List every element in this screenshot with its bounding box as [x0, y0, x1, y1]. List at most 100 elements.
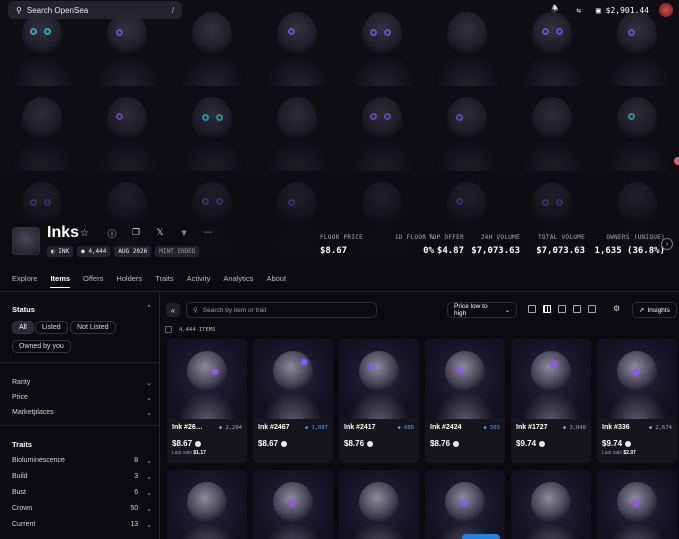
item-card[interactable]	[597, 470, 677, 539]
trait-current[interactable]: Current 13 ⌄	[12, 521, 152, 529]
filter-price[interactable]: Price ⌄	[12, 394, 152, 402]
banner-gradient	[0, 0, 679, 265]
item-card[interactable]: Ink #2417 ◆ 688 $8.76	[339, 339, 419, 463]
filter-rarity[interactable]: Rarity ⌄	[12, 379, 152, 387]
trait-bust[interactable]: Bust 6 ⌄	[12, 489, 152, 497]
item-image[interactable]	[167, 470, 247, 539]
bell-icon[interactable]: 🕭	[548, 3, 562, 17]
item-info: Ink #1727 ◆ 3,840 $9.74	[511, 419, 591, 463]
search-icon: ⚲	[16, 5, 22, 15]
chevron-down-icon: ⌄	[146, 458, 152, 465]
item-image[interactable]	[253, 339, 333, 419]
trait-bioluminescence[interactable]: Bioluminescence 8 ⌄	[12, 457, 152, 465]
copy-icon[interactable]: ❐	[130, 227, 142, 240]
chevron-down-icon: ⌄	[146, 395, 152, 402]
item-image[interactable]	[339, 339, 419, 419]
chevron-down-icon: ⌄	[504, 307, 510, 314]
item-search-input[interactable]: ⚲ Search by item or trait	[186, 302, 377, 318]
item-card[interactable]: Ink #26… ◆ 2,294 $8.67 Last sale $1.17	[167, 339, 247, 463]
item-card[interactable]	[167, 470, 247, 539]
item-info: Ink #2424 ◆ 503 $8.76	[425, 419, 505, 463]
status-chip-listed[interactable]: Listed	[35, 321, 68, 334]
tab-offers[interactable]: Offers	[83, 274, 103, 288]
item-card[interactable]	[253, 470, 333, 539]
tab-explore[interactable]: Explore	[12, 274, 37, 288]
collapse-sidebar-button[interactable]: «	[166, 303, 180, 317]
wallet-balance-button[interactable]: ▣ $2,901.44	[596, 6, 649, 15]
opensea-collection-page: ⚲ Search OpenSea / 🕭 ⇆ ▣ $2,901.44 Inks …	[0, 0, 679, 539]
table-view-icon[interactable]	[588, 305, 596, 313]
currency-icon	[625, 440, 632, 447]
select-all-checkbox[interactable]	[165, 326, 172, 333]
chevron-down-icon: ⌄	[146, 410, 152, 417]
item-rarity-rank: ◆ 1,087	[304, 424, 328, 431]
info-icon[interactable]: ⓘ	[106, 227, 118, 240]
item-image[interactable]	[597, 339, 677, 419]
item-image[interactable]	[425, 470, 505, 539]
filter-marketplaces[interactable]: Marketplaces ⌄	[12, 409, 152, 417]
item-art-body	[263, 522, 323, 539]
item-card[interactable]: Ink #1727 ◆ 3,840 $9.74	[511, 339, 591, 463]
item-image[interactable]	[339, 470, 419, 539]
gear-icon[interactable]: ⚙	[613, 304, 620, 313]
star-icon[interactable]: ☆	[80, 228, 89, 239]
item-card[interactable]: Ink #2424 ◆ 503 $8.76	[425, 339, 505, 463]
item-art-body	[177, 522, 237, 539]
item-last-sale: Last sale $2.07	[602, 450, 636, 456]
insights-button[interactable]: ➚ Insights	[632, 302, 677, 318]
item-art-glow	[633, 500, 639, 506]
trait-crown[interactable]: Crown 50 ⌄	[12, 505, 152, 513]
tab-holders[interactable]: Holders	[116, 274, 142, 288]
grid-large-view-icon[interactable]	[528, 305, 536, 313]
item-card[interactable]: Ink #336 ◆ 2,674 $9.74 Last sale $2.07	[597, 339, 677, 463]
item-image[interactable]	[425, 339, 505, 419]
global-search-input[interactable]: ⚲ Search OpenSea /	[8, 1, 182, 19]
item-price: $9.74	[602, 439, 623, 448]
share-icon[interactable]: ⩔	[178, 227, 190, 240]
item-image[interactable]	[167, 339, 247, 419]
trait-build[interactable]: Build 3 ⌄	[12, 473, 152, 481]
item-image[interactable]	[597, 470, 677, 539]
status-chip-all[interactable]: All	[12, 321, 34, 334]
tab-activity[interactable]: Activity	[187, 274, 211, 288]
list-view-icon[interactable]	[573, 305, 581, 313]
stat-top-offer: TOP OFFER $4.87	[428, 234, 464, 256]
item-name: Ink #336	[602, 424, 630, 431]
chevron-up-icon[interactable]: ⌃	[146, 304, 152, 312]
item-card[interactable]	[511, 470, 591, 539]
item-image[interactable]	[511, 470, 591, 539]
x-icon[interactable]: 𝕏	[154, 227, 166, 240]
item-image[interactable]	[253, 470, 333, 539]
item-name: Ink #1727	[516, 424, 548, 431]
floating-action-button[interactable]	[462, 534, 500, 539]
tab-about[interactable]: About	[266, 274, 286, 288]
profile-avatar[interactable]	[659, 3, 673, 17]
currency-icon	[195, 440, 202, 447]
tab-analytics[interactable]: Analytics	[223, 274, 253, 288]
grid-small-view-icon[interactable]	[558, 305, 566, 313]
item-art-body	[607, 391, 667, 419]
swap-icon[interactable]: ⇆	[572, 3, 586, 17]
item-art-head	[445, 351, 485, 391]
item-art-body	[349, 391, 409, 419]
item-card[interactable]	[339, 470, 419, 539]
item-price: $8.67	[172, 439, 193, 448]
item-art-glow	[289, 500, 295, 506]
item-art-head	[187, 351, 227, 391]
item-card[interactable]: Ink #2467 ◆ 1,087 $8.67	[253, 339, 333, 463]
expand-stats-button[interactable]: ›	[661, 238, 673, 250]
item-image[interactable]	[511, 339, 591, 419]
stat-floor-price: FLOOR PRICE $8.67	[320, 234, 364, 256]
sort-label: Price low to high	[454, 303, 488, 317]
more-icon[interactable]: ⋯	[202, 227, 214, 240]
tab-items[interactable]: Items	[50, 274, 71, 288]
item-price: $8.67	[258, 439, 279, 448]
sort-dropdown[interactable]: Price low to high ⌄	[447, 302, 517, 318]
item-art-head	[531, 351, 571, 391]
status-chip-owned[interactable]: Owned by you	[12, 340, 71, 353]
status-chip-not-listed[interactable]: Not Listed	[70, 321, 116, 334]
item-card[interactable]	[425, 470, 505, 539]
tab-traits[interactable]: Traits	[155, 274, 173, 288]
stat-total-volume: TOTAL VOLUME $7,073.63	[536, 234, 585, 256]
grid-medium-view-icon[interactable]	[543, 305, 551, 313]
